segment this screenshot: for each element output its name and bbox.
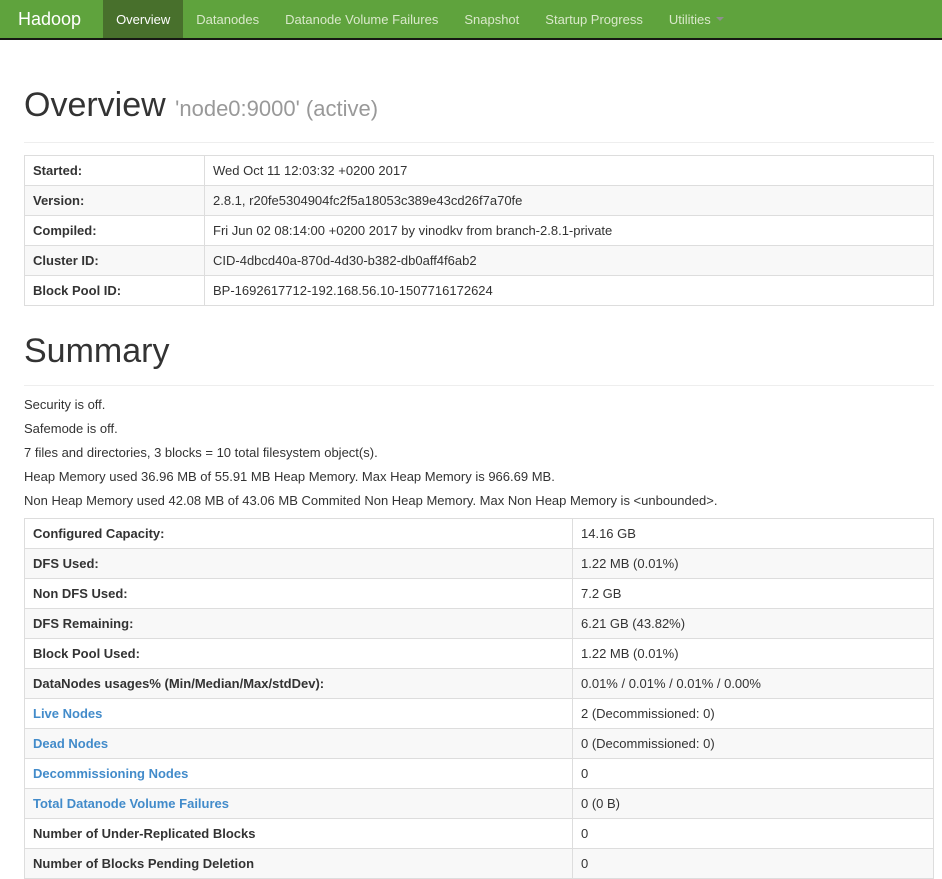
row-value: CID-4dbcd40a-870d-4d30-b382-db0aff4f6ab2 (204, 245, 934, 276)
row-value: 0 (0 B) (572, 788, 934, 819)
row-value: 0 (572, 758, 934, 789)
divider (24, 142, 934, 143)
brand-hadoop[interactable]: Hadoop (0, 0, 103, 38)
row-label: Started: (24, 155, 205, 186)
table-row: Version: 2.8.1, r20fe5304904fc2f5a18053c… (24, 185, 934, 216)
status-line: Heap Memory used 36.96 MB of 55.91 MB He… (24, 469, 555, 484)
table-row: Number of Blocks Pending Deletion 0 (24, 848, 934, 879)
status-line: Non Heap Memory used 42.08 MB of 43.06 M… (24, 493, 718, 508)
nav-item[interactable]: Snapshot (451, 0, 532, 38)
table-row: Cluster ID: CID-4dbcd40a-870d-4d30-b382-… (24, 245, 934, 276)
nav-item-label: Datanodes (196, 11, 260, 27)
namenode-address: 'node0:9000' (active) (175, 96, 379, 121)
row-value: 0.01% / 0.01% / 0.01% / 0.00% (572, 668, 934, 699)
page-title: Overview 'node0:9000' (active) (24, 86, 934, 128)
row-value: Fri Jun 02 08:14:00 +0200 2017 by vinodk… (204, 215, 934, 246)
row-label: Version: (24, 185, 205, 216)
row-label: Block Pool Used: (24, 638, 573, 669)
table-row: Total Datanode Volume Failures 0 (0 B) (24, 788, 934, 819)
table-row: DFS Remaining: 6.21 GB (43.82%) (24, 608, 934, 639)
row-value: Wed Oct 11 12:03:32 +0200 2017 (204, 155, 934, 186)
row-value: 1.22 MB (0.01%) (572, 548, 934, 579)
row-value: 0 (572, 818, 934, 849)
row-label[interactable]: Total Datanode Volume Failures (24, 788, 573, 819)
table-row: Decommissioning Nodes 0 (24, 758, 934, 789)
row-value: 1.22 MB (0.01%) (572, 638, 934, 669)
nav-item-label: Snapshot (464, 11, 520, 27)
row-label[interactable]: Decommissioning Nodes (24, 758, 573, 789)
navbar: Hadoop Overview Datanodes Datanode Volum… (0, 0, 942, 40)
page-title-text: Overview (24, 86, 166, 124)
row-label: DataNodes usages% (Min/Median/Max/stdDev… (24, 668, 573, 699)
nav-item-label: Datanode Volume Failures (285, 11, 439, 27)
table-row: Compiled: Fri Jun 02 08:14:00 +0200 2017… (24, 215, 934, 246)
table-row: Block Pool ID: BP-1692617712-192.168.56.… (24, 275, 934, 306)
row-label: Block Pool ID: (24, 275, 205, 306)
table-row: Number of Under-Replicated Blocks 0 (24, 818, 934, 849)
row-label[interactable]: Live Nodes (24, 698, 573, 729)
overview-info-table: Started: Wed Oct 11 12:03:32 +0200 2017 … (24, 155, 934, 306)
summary-title: Summary (24, 332, 170, 370)
row-value: 7.2 GB (572, 578, 934, 609)
summary-status-lines: Security is off. Safemode is off. 7 file… (24, 398, 934, 507)
nav-item-label: Overview (116, 11, 171, 27)
nav-item-label: Startup Progress (545, 11, 643, 27)
row-label: Configured Capacity: (24, 518, 573, 549)
table-row: DFS Used: 1.22 MB (0.01%) (24, 548, 934, 579)
row-value: 0 (572, 848, 934, 879)
row-label: Number of Blocks Pending Deletion (24, 848, 573, 879)
row-value: 14.16 GB (572, 518, 934, 549)
table-row: Non DFS Used: 7.2 GB (24, 578, 934, 609)
nav-item[interactable]: Overview (103, 0, 184, 38)
nav-item[interactable]: Datanodes (183, 0, 272, 38)
row-label: DFS Used: (24, 548, 573, 579)
nav-item[interactable]: Utilities (656, 0, 737, 38)
row-label: Cluster ID: (24, 245, 205, 276)
summary-stats-table: Configured Capacity: 14.16 GB DFS Used: … (24, 518, 934, 879)
table-row: Block Pool Used: 1.22 MB (0.01%) (24, 638, 934, 669)
row-value: 2.8.1, r20fe5304904fc2f5a18053c389e43cd2… (204, 185, 934, 216)
table-row: Live Nodes 2 (Decommissioned: 0) (24, 698, 934, 729)
nav-item[interactable]: Startup Progress (532, 0, 656, 38)
content: Overview 'node0:9000' (active) Started: … (0, 86, 942, 879)
row-label: DFS Remaining: (24, 608, 573, 639)
row-label: Number of Under-Replicated Blocks (24, 818, 573, 849)
status-line: Safemode is off. (24, 421, 118, 436)
table-row: DataNodes usages% (Min/Median/Max/stdDev… (24, 668, 934, 699)
row-label[interactable]: Dead Nodes (24, 728, 573, 759)
status-line: Security is off. (24, 397, 106, 412)
row-label: Non DFS Used: (24, 578, 573, 609)
nav-menu: Overview Datanodes Datanode Volume Failu… (103, 0, 737, 38)
nav-item[interactable]: Datanode Volume Failures (272, 0, 451, 38)
table-row: Started: Wed Oct 11 12:03:32 +0200 2017 (24, 155, 934, 186)
row-value: 2 (Decommissioned: 0) (572, 698, 934, 729)
table-row: Configured Capacity: 14.16 GB (24, 518, 934, 549)
row-label: Compiled: (24, 215, 205, 246)
chevron-down-icon (715, 17, 724, 21)
divider (24, 385, 934, 386)
table-row: Dead Nodes 0 (Decommissioned: 0) (24, 728, 934, 759)
status-line: 7 files and directories, 3 blocks = 10 t… (24, 445, 378, 460)
nav-item-label: Utilities (668, 11, 711, 27)
row-value: 0 (Decommissioned: 0) (572, 728, 934, 759)
row-value: 6.21 GB (43.82%) (572, 608, 934, 639)
row-value: BP-1692617712-192.168.56.10-150771617262… (204, 275, 934, 306)
